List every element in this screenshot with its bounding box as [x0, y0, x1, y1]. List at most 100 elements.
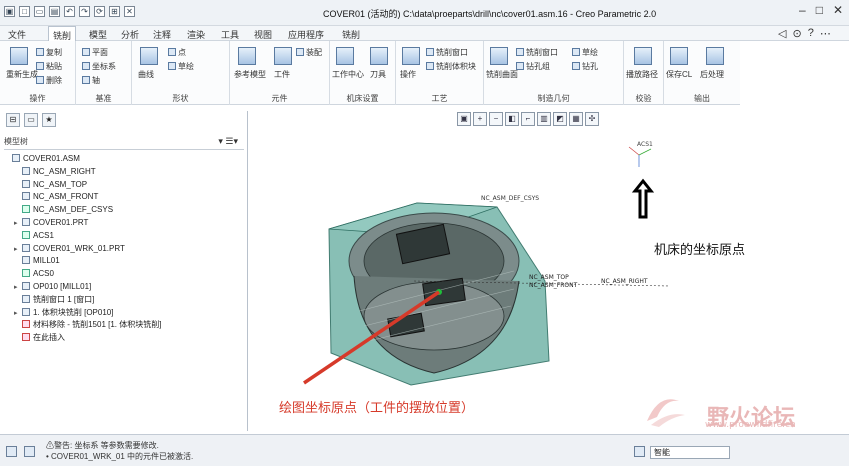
tree-item[interactable]: MILL01: [4, 255, 244, 268]
tree-item-label: NC_ASM_RIGHT: [33, 166, 96, 176]
ribbon-item-mill-window-2[interactable]: 铣削窗口: [516, 47, 558, 58]
save-icon[interactable]: ▤: [49, 6, 60, 17]
cutting-tools-icon[interactable]: [370, 47, 388, 65]
new-file-icon[interactable]: □: [19, 6, 30, 17]
filter-icon[interactable]: [634, 446, 645, 457]
expand-arrow-icon[interactable]: ▸: [14, 218, 22, 230]
favorites-tab-icon[interactable]: ★: [42, 113, 56, 127]
watermark-logo: [639, 391, 691, 431]
expand-arrow-icon[interactable]: ▸: [14, 244, 22, 256]
tab-analysis[interactable]: 分析: [121, 28, 139, 41]
redo-icon[interactable]: ↷: [79, 6, 90, 17]
tab-render[interactable]: 渲染: [187, 28, 205, 41]
tree-item[interactable]: ACS0: [4, 268, 244, 281]
ribbon-item-save-cl[interactable]: 保存CL: [666, 69, 692, 80]
minimize-icon[interactable]: –: [799, 3, 806, 17]
ribbon-item-point[interactable]: 点: [168, 47, 186, 58]
regenerate-icon[interactable]: ⟳: [94, 6, 105, 17]
tree-item[interactable]: NC_ASM_DEF_CSYS: [4, 204, 244, 217]
reference-model-icon[interactable]: [238, 47, 256, 65]
ribbon-item-tools[interactable]: 刀具: [370, 69, 386, 80]
ribbon-item-delete[interactable]: 删除: [36, 75, 62, 86]
ribbon-item-mill-volume[interactable]: 铣削体积块: [426, 61, 476, 72]
group-process: 操作 铣削窗口 铣削体积块 工艺: [396, 41, 484, 105]
tree-item[interactable]: NC_ASM_RIGHT: [4, 166, 244, 179]
window-icon[interactable]: ⊞: [109, 6, 120, 17]
undo-icon[interactable]: ↶: [64, 6, 75, 17]
expand-arrow-icon[interactable]: ▸: [14, 308, 22, 320]
tab-model[interactable]: 模型: [89, 28, 107, 41]
model-tree-tab-icon[interactable]: ⊟: [6, 113, 20, 127]
mill-surface-icon[interactable]: [490, 47, 508, 65]
save-cl-icon[interactable]: [670, 47, 688, 65]
ribbon-item-axis[interactable]: 轴: [82, 75, 100, 86]
ribbon-item-paste[interactable]: 粘贴: [36, 61, 62, 72]
tree-item[interactable]: ▸ OP010 [MILL01]: [4, 281, 244, 294]
tree-item[interactable]: 材料移除 - 铣削1501 [1. 体积块铣削]: [4, 319, 244, 332]
help-icon[interactable]: ?: [808, 27, 814, 40]
tree-item[interactable]: 在此插入: [4, 332, 244, 345]
ribbon-item-play-path[interactable]: 播放路径: [626, 69, 658, 80]
ribbon-item-sketch-2[interactable]: 草绘: [572, 47, 598, 58]
tab-view[interactable]: 视图: [254, 28, 272, 41]
ribbon-item-workpiece[interactable]: 工件: [274, 69, 290, 80]
ribbon-item-drill[interactable]: 钻孔: [572, 61, 598, 72]
search-icon[interactable]: ⊙: [792, 27, 801, 40]
ribbon-item-post-process[interactable]: 后处理: [700, 69, 724, 80]
tree-item[interactable]: 铣削窗口 1 [窗口]: [4, 294, 244, 307]
tree-item-label: NC_ASM_FRONT: [33, 192, 99, 202]
expand-arrow-icon[interactable]: ▸: [14, 282, 22, 294]
message-log-icon[interactable]: [6, 446, 17, 457]
group-components: 参考模型 工件 装配 元件: [230, 41, 330, 105]
quick-access-toolbar: ▣ □ ▭ ▤ ↶ ↷ ⟳ ⊞ ✕: [4, 6, 135, 17]
tree-item[interactable]: ▸ COVER01_WRK_01.PRT: [4, 243, 244, 256]
curve-big-icon[interactable]: [140, 47, 158, 65]
ribbon-item-mill-surface[interactable]: 铣削曲面: [486, 69, 518, 80]
tab-milling[interactable]: 铣削: [48, 26, 77, 41]
tab-applications[interactable]: 应用程序: [288, 28, 324, 41]
ribbon-item-assemble[interactable]: 装配: [296, 47, 322, 58]
ribbon-item-plane[interactable]: 平面: [82, 47, 108, 58]
operation-icon[interactable]: [402, 47, 420, 65]
ribbon-item-reference-model[interactable]: 参考模型: [234, 69, 266, 80]
tab-file[interactable]: 文件: [8, 28, 26, 41]
ribbon-item-mill-window[interactable]: 铣削窗口: [426, 47, 468, 58]
assemble-icon: [296, 48, 304, 56]
ribbon-item-sketch[interactable]: 草绘: [168, 61, 194, 72]
graphics-toolbar-icon[interactable]: [24, 446, 35, 457]
ribbon-item-work-center[interactable]: 工作中心: [332, 69, 364, 80]
tree-item[interactable]: ▸ 1. 体积块铣削 [OP010]: [4, 307, 244, 320]
tree-item[interactable]: NC_ASM_TOP: [4, 179, 244, 192]
open-file-icon[interactable]: ▭: [34, 6, 45, 17]
app-icon[interactable]: ▣: [4, 6, 15, 17]
tree-item[interactable]: ACS1: [4, 230, 244, 243]
tab-milling-2[interactable]: 铣削: [342, 28, 360, 41]
ribbon-item-regenerate[interactable]: 重新生成: [6, 69, 38, 80]
tab-tools[interactable]: 工具: [221, 28, 239, 41]
ribbon-item-copy[interactable]: 复制: [36, 47, 62, 58]
folder-tab-icon[interactable]: ▭: [24, 113, 38, 127]
group-operations: 重新生成 复制 粘贴 删除 操作: [0, 41, 76, 105]
ribbon-item-csys[interactable]: 坐标系: [82, 61, 116, 72]
selection-filter[interactable]: 智能: [650, 446, 730, 459]
tree-settings-buttons[interactable]: ▾ ☰▾: [218, 136, 238, 147]
post-process-icon[interactable]: [706, 47, 724, 65]
tree-item-label: COVER01.ASM: [23, 154, 80, 163]
tree-item[interactable]: COVER01.ASM: [4, 153, 244, 166]
ribbon-item-drill-group[interactable]: 钻孔组: [516, 61, 550, 72]
back-icon[interactable]: ◁: [778, 27, 786, 40]
close-icon[interactable]: ✕: [833, 3, 843, 17]
work-center-icon[interactable]: [336, 47, 354, 65]
options-icon[interactable]: ⋯: [820, 27, 831, 40]
ribbon-item-operation[interactable]: 操作: [400, 69, 416, 80]
play-path-icon[interactable]: [634, 47, 652, 65]
tab-annotate[interactable]: 注释: [153, 28, 171, 41]
regenerate-big-icon[interactable]: [10, 47, 28, 65]
tree-item[interactable]: ▸ COVER01.PRT: [4, 217, 244, 230]
tree-item[interactable]: NC_ASM_FRONT: [4, 191, 244, 204]
graphics-window[interactable]: ▣ + − ◧ ⌐ ▥ ◩ ▦ ✣ NC_ASM_DEF_CSYS ACS1 N…: [249, 111, 849, 431]
maximize-icon[interactable]: □: [816, 3, 823, 17]
close-window-icon[interactable]: ✕: [124, 6, 135, 17]
workpiece-icon[interactable]: [274, 47, 292, 65]
ribbon-item-curve[interactable]: 曲线: [138, 69, 154, 80]
